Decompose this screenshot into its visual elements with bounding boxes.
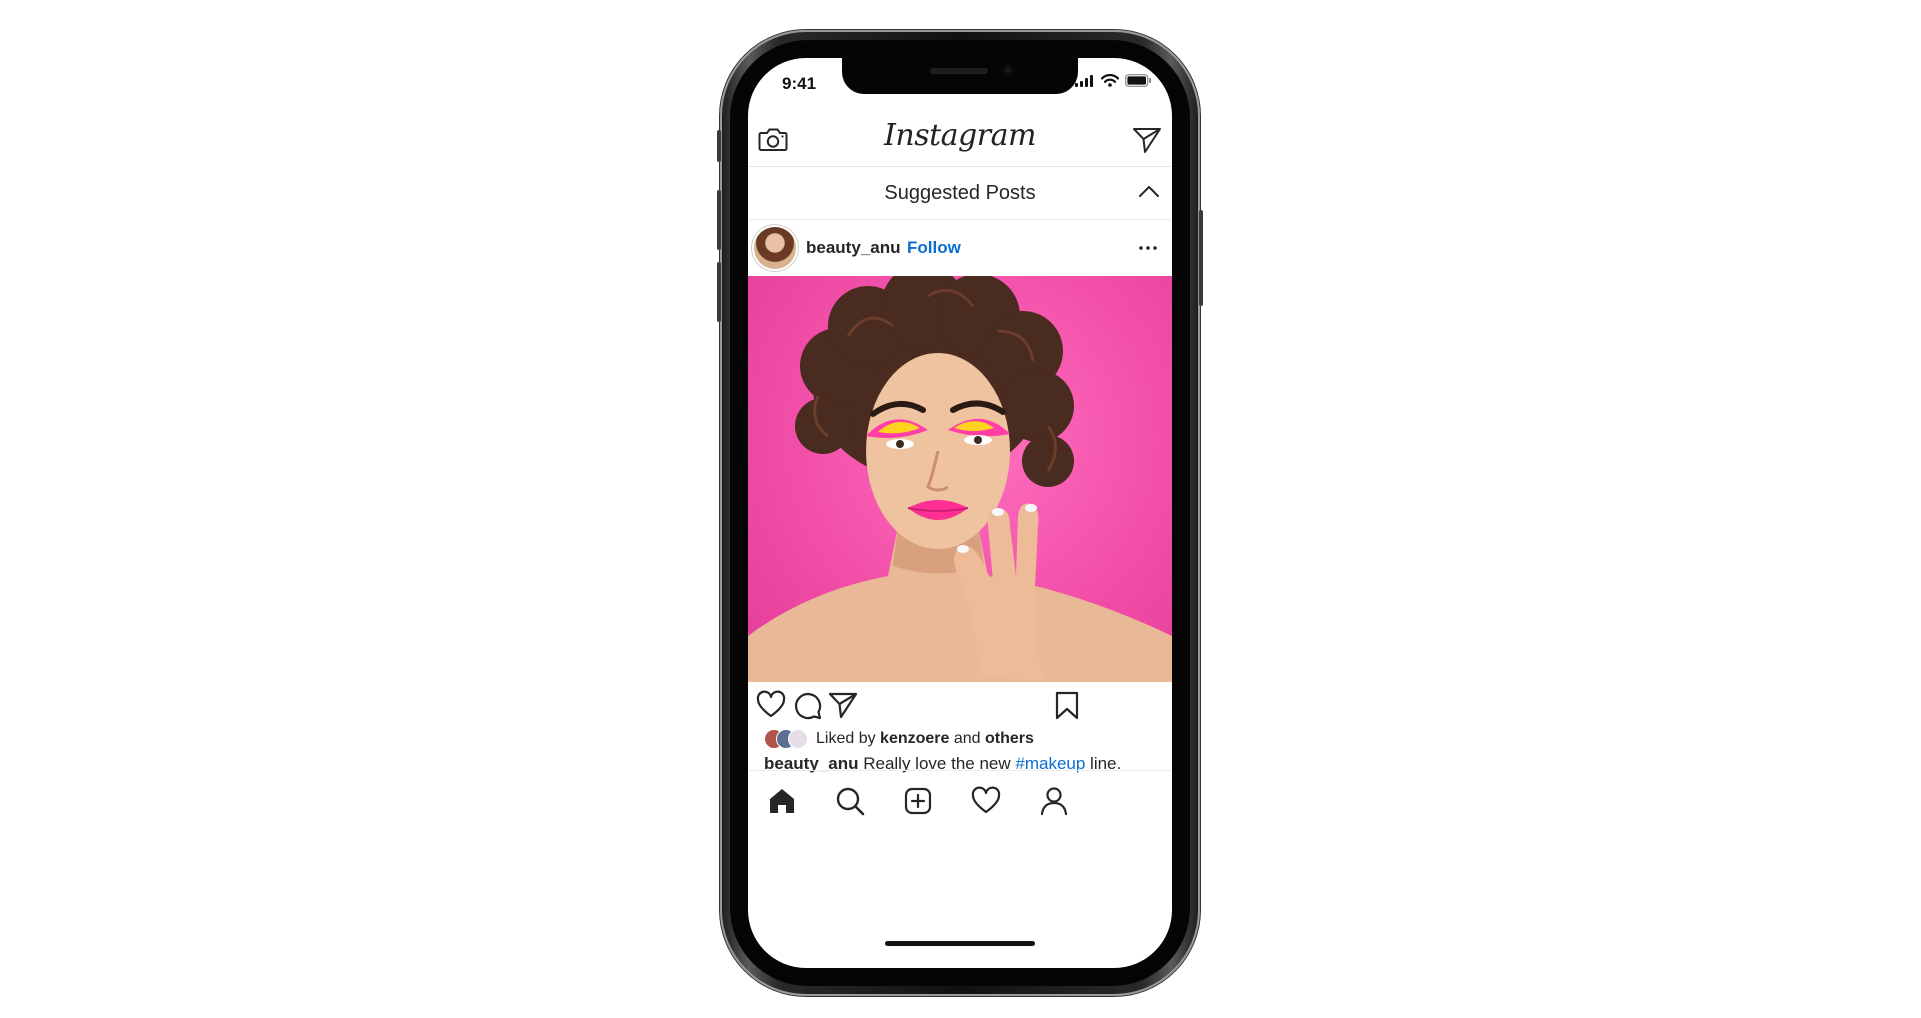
- phone-screen: 9:41 Instagram Suggested Posts beauty_an…: [748, 58, 1172, 968]
- home-icon[interactable]: [766, 785, 798, 817]
- phone-volume-down: [717, 262, 721, 322]
- post-header: beauty_anu Follow: [748, 220, 1172, 276]
- more-horizontal-icon[interactable]: [1138, 238, 1158, 258]
- follow-button[interactable]: Follow: [907, 238, 961, 258]
- home-indicator[interactable]: [885, 941, 1035, 946]
- avatar: [788, 729, 808, 749]
- suggested-posts-header: Suggested Posts: [748, 167, 1172, 220]
- heart-icon[interactable]: [970, 785, 1002, 817]
- battery-icon: [1125, 74, 1151, 87]
- likes-prefix: Liked by: [816, 730, 876, 747]
- paper-plane-icon[interactable]: [1132, 126, 1162, 154]
- phone-mute-switch: [717, 130, 721, 162]
- top-navigation: Instagram: [748, 110, 1172, 167]
- status-time: 9:41: [782, 74, 817, 93]
- comment-icon[interactable]: [792, 690, 822, 720]
- front-camera: [1002, 64, 1014, 76]
- likes-user[interactable]: kenzoere: [880, 730, 949, 748]
- phone-power-button: [1199, 210, 1203, 306]
- avatar[interactable]: [754, 227, 796, 269]
- instagram-logo[interactable]: Instagram: [748, 118, 1172, 153]
- likes-others[interactable]: others: [985, 730, 1034, 748]
- post-photo-illustration: [748, 276, 1172, 682]
- phone-volume-up: [717, 190, 721, 250]
- status-icons: [1075, 74, 1152, 87]
- post-username[interactable]: beauty_anu: [806, 238, 900, 258]
- liker-avatars: [764, 729, 808, 749]
- add-post-icon[interactable]: [902, 785, 934, 817]
- notch: [842, 58, 1078, 94]
- bottom-tab-bar: [748, 770, 1172, 831]
- chevron-up-icon[interactable]: [1138, 183, 1160, 199]
- search-icon[interactable]: [834, 785, 866, 817]
- likes-joiner: and: [953, 730, 981, 747]
- likes-summary[interactable]: Liked by kenzoere and others: [764, 728, 1034, 750]
- signal-icon: [1075, 74, 1093, 87]
- suggested-posts-title: Suggested Posts: [884, 182, 1036, 204]
- earpiece-speaker: [930, 68, 988, 74]
- profile-icon[interactable]: [1038, 785, 1070, 817]
- bookmark-icon[interactable]: [1052, 690, 1082, 720]
- heart-icon[interactable]: [756, 690, 786, 720]
- wifi-icon: [1101, 74, 1119, 87]
- paper-plane-icon[interactable]: [828, 690, 858, 720]
- post-actions: [748, 682, 1172, 726]
- phone-frame: 9:41 Instagram Suggested Posts beauty_an…: [717, 30, 1203, 996]
- post-image[interactable]: [748, 276, 1172, 682]
